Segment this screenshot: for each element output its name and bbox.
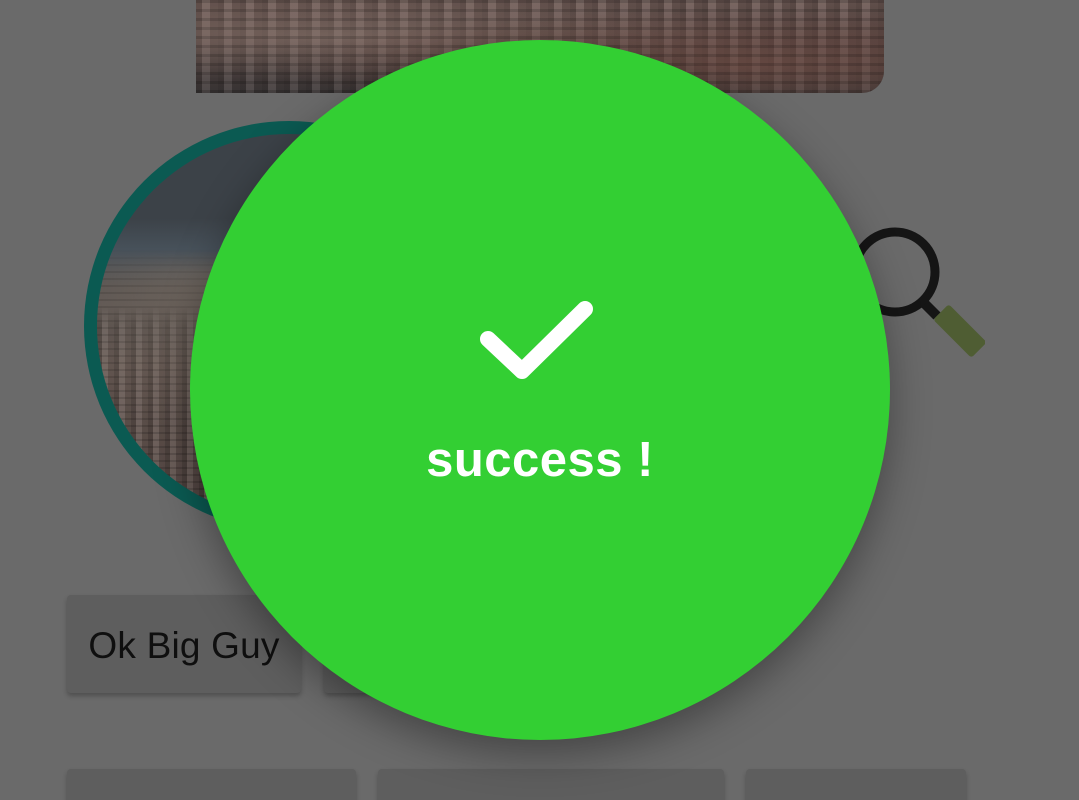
success-dialog[interactable]: success !: [190, 40, 890, 740]
checkmark-icon: [480, 295, 602, 391]
bottom-button-3[interactable]: [746, 769, 966, 800]
bottom-button-2[interactable]: [378, 769, 724, 800]
ok-big-guy-button[interactable]: Ok Big Guy: [67, 595, 301, 693]
bottom-button-1[interactable]: [67, 769, 356, 800]
app-screen: Ok Big Guy success !: [0, 0, 1079, 800]
ok-button-label: Ok Big Guy: [88, 625, 280, 666]
success-message: success !: [426, 433, 654, 487]
